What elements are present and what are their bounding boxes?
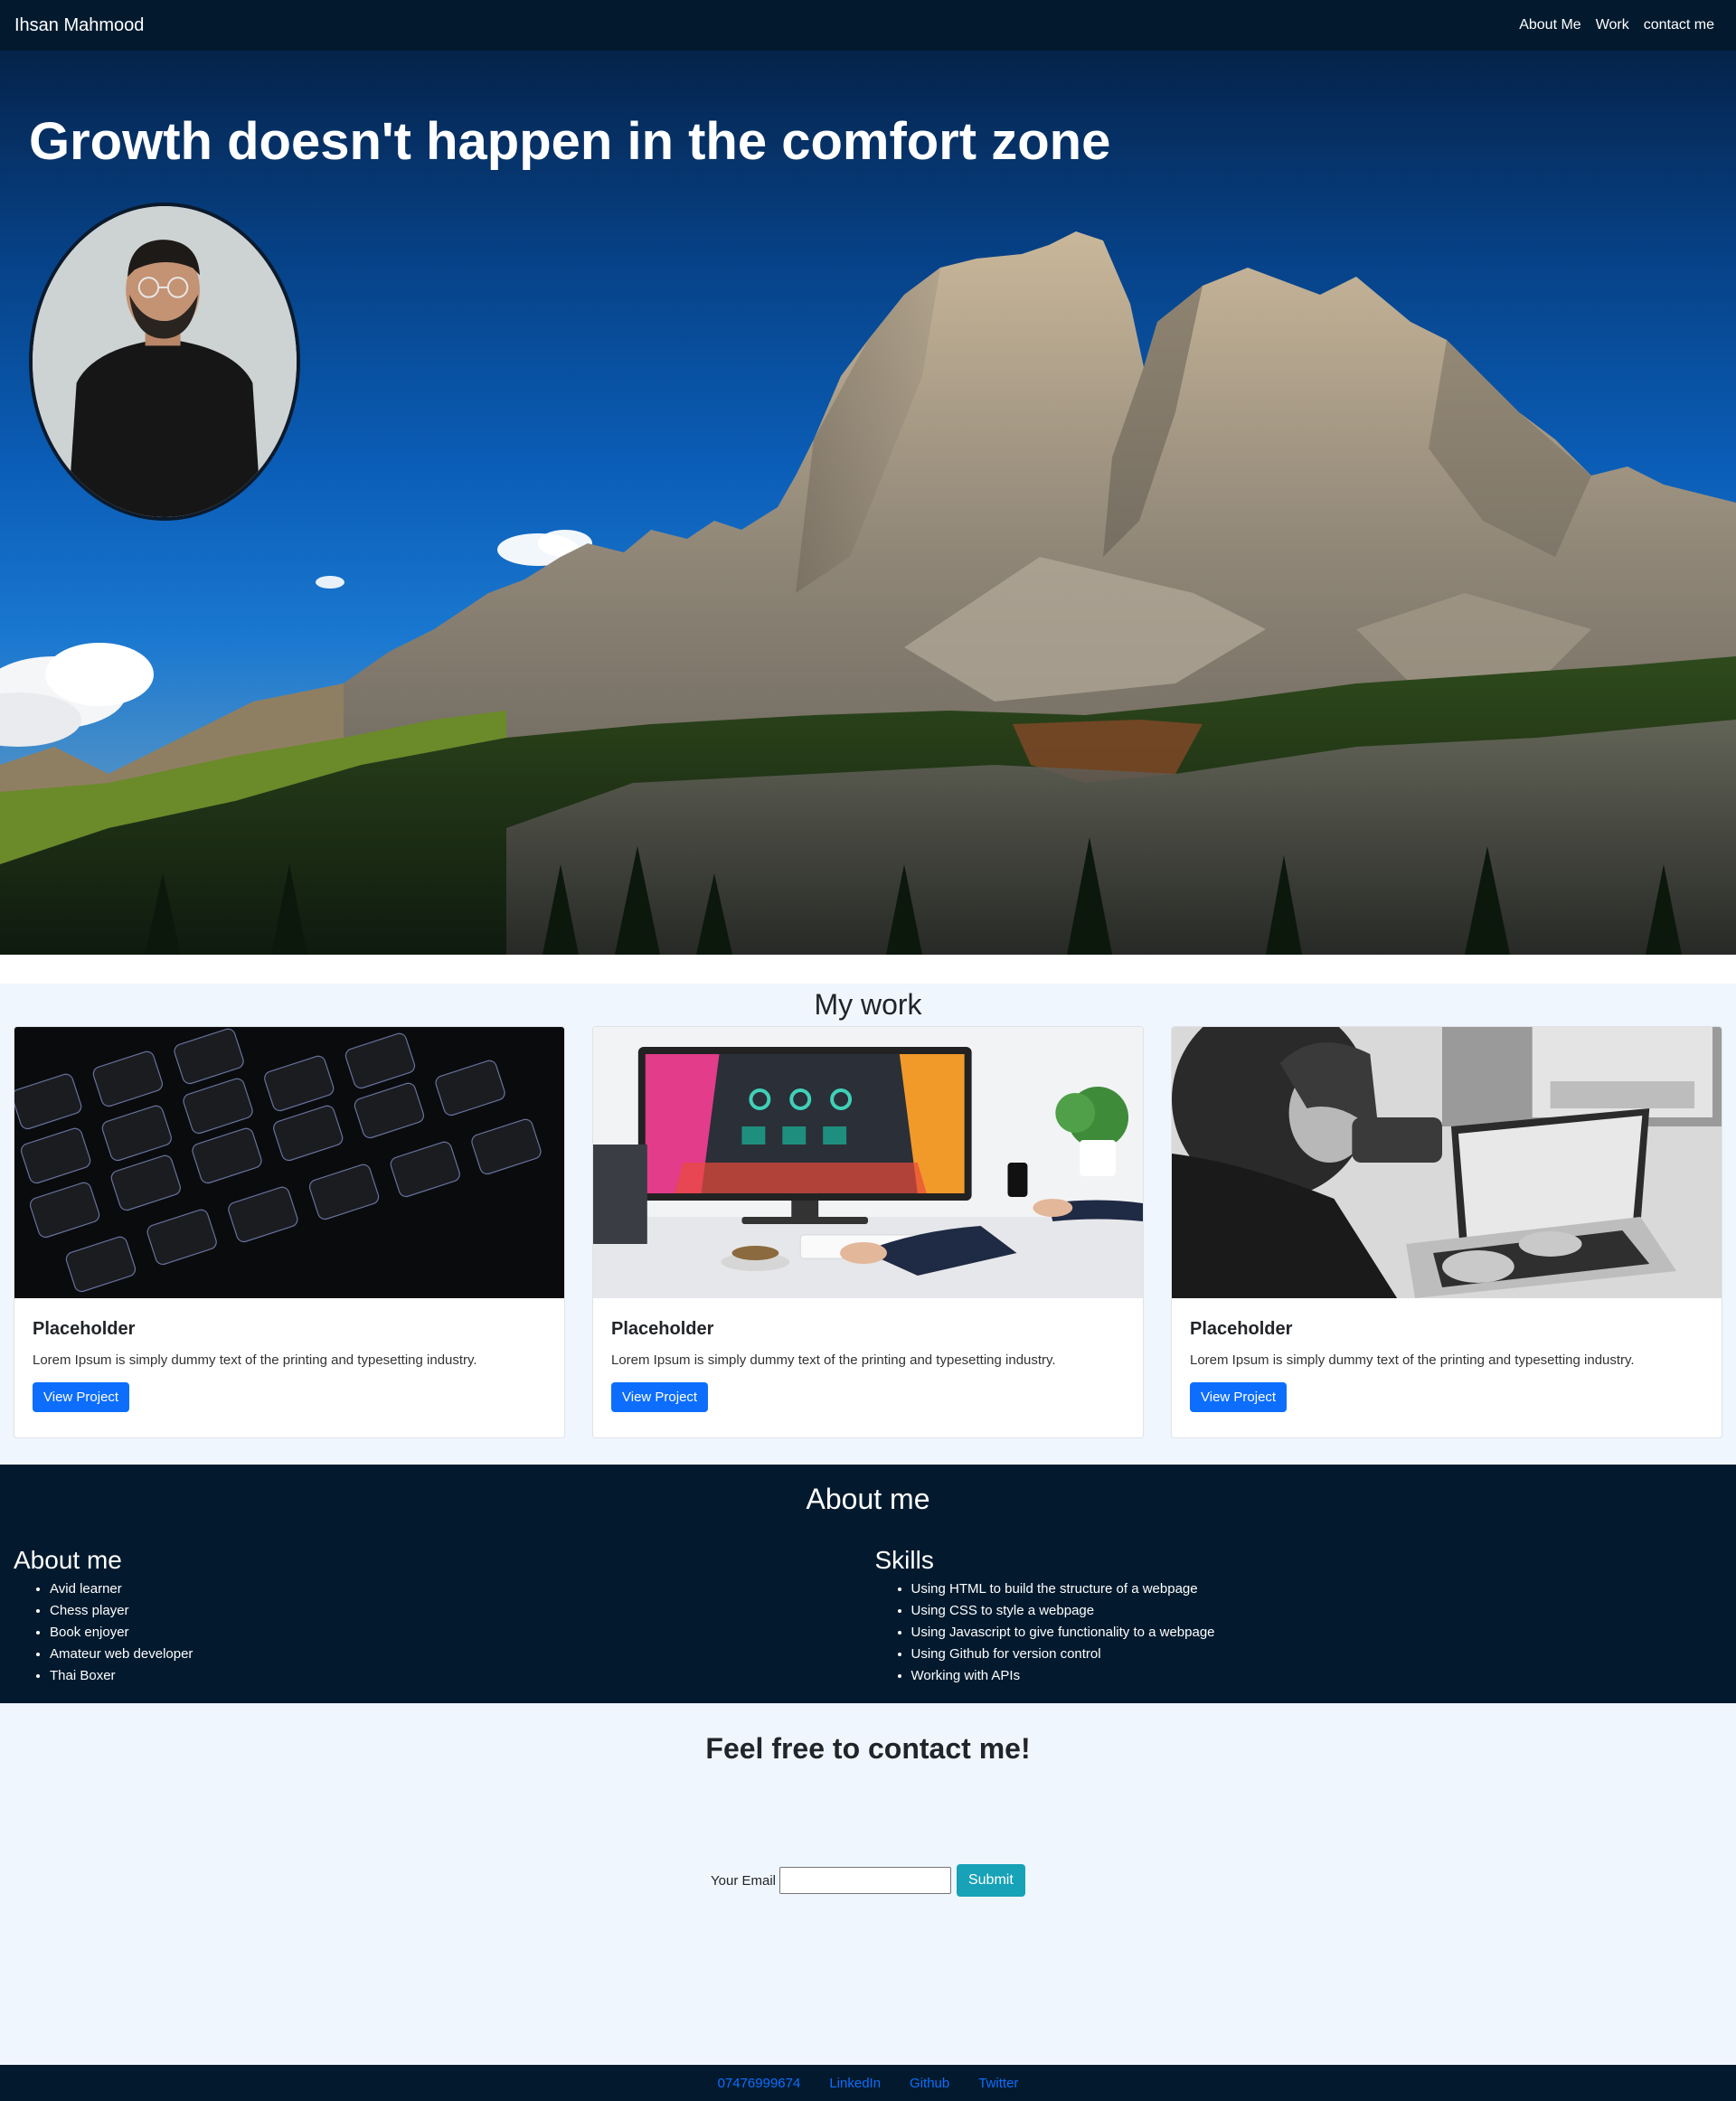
skills-column: Skills Using HTML to build the structure…: [875, 1546, 1736, 1687]
about-section-title: About me: [806, 1483, 930, 1515]
list-item: Chess player: [50, 1600, 875, 1622]
list-item: Book enjoyer: [50, 1622, 875, 1644]
woman-laptop-image: [1172, 1027, 1722, 1298]
contact-form: Your Email Submit: [711, 1864, 1025, 1897]
mountain-background-image: [0, 231, 1736, 955]
skills-heading: Skills: [874, 1546, 934, 1574]
navbar: Ihsan Mahmood About Me Work contact me: [0, 0, 1736, 51]
nav-link-contact[interactable]: contact me: [1644, 17, 1714, 33]
card-body: Placeholder Lorem Ipsum is simply dummy …: [593, 1298, 1143, 1430]
card-text: Lorem Ipsum is simply dummy text of the …: [33, 1352, 477, 1368]
work-section: My work Placeholder Lorem Ipsum is simpl…: [0, 984, 1736, 1465]
list-item: Amateur web developer: [50, 1644, 875, 1665]
project-cards: Placeholder Lorem Ipsum is simply dummy …: [14, 1026, 1722, 1438]
contact-section: Feel free to contact me! Your Email Subm…: [0, 1703, 1736, 2065]
email-label: Your Email: [711, 1872, 776, 1889]
list-item: Working with APIs: [911, 1665, 1736, 1687]
about-me-list: Avid learner Chess player Book enjoyer A…: [14, 1578, 875, 1687]
about-section: About me About me Avid learner Chess pla…: [0, 1465, 1736, 1703]
footer-phone-link[interactable]: 07476999674: [718, 2076, 801, 2091]
submit-button[interactable]: Submit: [956, 1864, 1025, 1897]
list-item: Using CSS to style a webpage: [911, 1600, 1736, 1622]
card-title: Placeholder: [611, 1319, 714, 1339]
about-me-column: About me Avid learner Chess player Book …: [14, 1546, 875, 1687]
email-field[interactable]: [778, 1867, 951, 1894]
view-project-button[interactable]: View Project: [1190, 1382, 1288, 1412]
work-section-title: My work: [814, 988, 922, 1021]
list-item: Using Github for version control: [911, 1644, 1736, 1665]
footer-linkedin-link[interactable]: LinkedIn: [829, 2076, 881, 2091]
list-item: Thai Boxer: [50, 1665, 875, 1687]
footer: 07476999674 LinkedIn Github Twitter: [0, 2065, 1736, 2101]
hero-banner: Growth doesn't happen in the comfort zon…: [0, 51, 1736, 955]
footer-twitter-link[interactable]: Twitter: [978, 2076, 1018, 2091]
card-body: Placeholder Lorem Ipsum is simply dummy …: [1172, 1298, 1722, 1430]
list-item: Avid learner: [50, 1578, 875, 1600]
card-title: Placeholder: [33, 1319, 136, 1339]
nav-links: About Me Work contact me: [1519, 17, 1714, 33]
card-body: Placeholder Lorem Ipsum is simply dummy …: [14, 1298, 564, 1430]
card-title: Placeholder: [1190, 1319, 1293, 1339]
project-card: Placeholder Lorem Ipsum is simply dummy …: [592, 1026, 1144, 1438]
contact-section-title: Feel free to contact me!: [705, 1732, 1031, 1765]
view-project-button[interactable]: View Project: [611, 1382, 709, 1412]
profile-photo: [29, 203, 300, 521]
project-card: Placeholder Lorem Ipsum is simply dummy …: [1171, 1026, 1722, 1438]
hero-title: Growth doesn't happen in the comfort zon…: [29, 112, 1111, 171]
about-columns: About me Avid learner Chess player Book …: [14, 1546, 1736, 1687]
nav-link-about[interactable]: About Me: [1519, 17, 1580, 33]
desk-setup-image: [593, 1027, 1143, 1298]
project-card: Placeholder Lorem Ipsum is simply dummy …: [14, 1026, 565, 1438]
about-me-heading: About me: [14, 1546, 122, 1574]
view-project-button[interactable]: View Project: [33, 1382, 130, 1412]
footer-github-link[interactable]: Github: [910, 2076, 949, 2091]
skills-list: Using HTML to build the structure of a w…: [875, 1578, 1736, 1687]
brand-link[interactable]: Ihsan Mahmood: [14, 15, 144, 36]
card-text: Lorem Ipsum is simply dummy text of the …: [611, 1352, 1056, 1368]
list-item: Using HTML to build the structure of a w…: [911, 1578, 1736, 1600]
list-item: Using Javascript to give functionality t…: [911, 1622, 1736, 1644]
nav-link-work[interactable]: Work: [1596, 17, 1629, 33]
keyboard-image: [14, 1027, 564, 1298]
card-text: Lorem Ipsum is simply dummy text of the …: [1190, 1352, 1635, 1368]
